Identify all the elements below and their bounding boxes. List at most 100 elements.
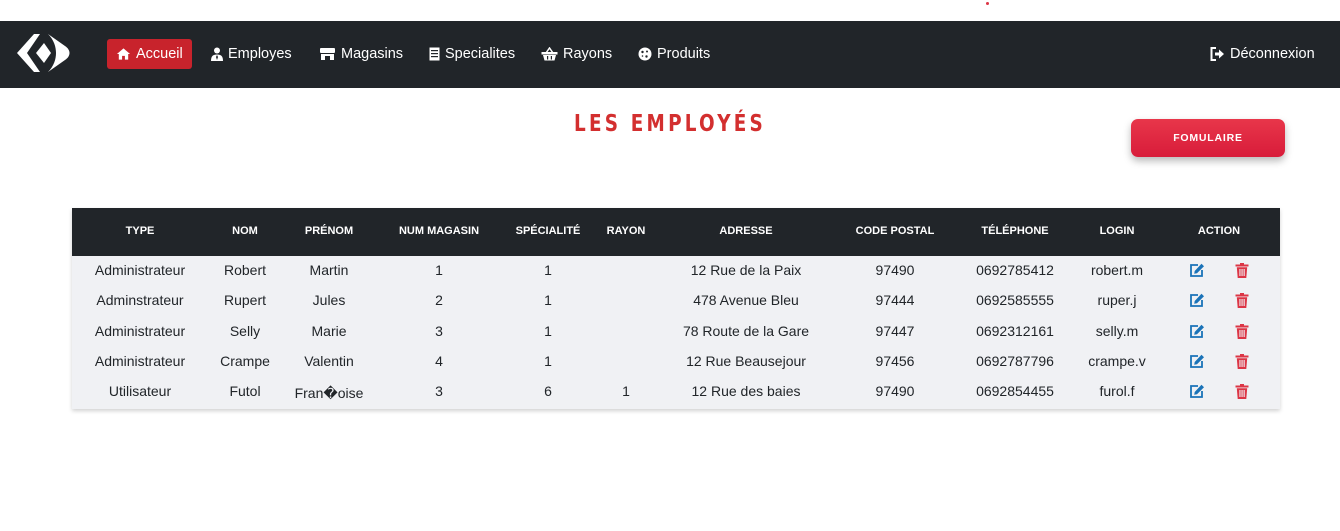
top-navbar: Accueil Employes Magasins Specialites Ra… xyxy=(0,21,1340,88)
cell-type: Administrateur xyxy=(94,353,186,369)
cell-login: furol.f xyxy=(1099,383,1135,399)
user-tie-icon xyxy=(211,47,223,61)
edit-icon[interactable] xyxy=(1189,324,1205,344)
cell-adresse: 12 Rue Beausejour xyxy=(686,353,806,369)
cell-nom: Crampe xyxy=(220,353,270,369)
cell-specialite: 1 xyxy=(544,292,552,308)
cell-telephone: 0692585555 xyxy=(976,292,1054,308)
column-header: ADRESSE xyxy=(719,225,773,237)
cell-type: Administrateur xyxy=(94,262,186,278)
column-header: RAYON xyxy=(606,225,646,237)
trash-icon[interactable] xyxy=(1235,293,1249,313)
cell-adresse: 12 Rue des baies xyxy=(691,383,801,399)
column-header: SPÉCIALITÉ xyxy=(515,225,581,237)
cell-login: selly.m xyxy=(1095,323,1139,339)
trash-icon[interactable] xyxy=(1235,324,1249,344)
cell-type: Utilisateur xyxy=(108,383,172,399)
cell-nom: Robert xyxy=(223,262,267,278)
cell-prenom: Jules xyxy=(312,292,346,308)
table-row: Administrateur Selly Marie 3 1 78 Route … xyxy=(72,317,1280,347)
table-row: Utilisateur Futol Fran�oise 3 6 1 12 Rue… xyxy=(72,377,1280,407)
cell-prenom: Martin xyxy=(309,262,349,278)
logout-label: Déconnexion xyxy=(1230,46,1315,62)
column-header: PRÉNOM xyxy=(304,225,354,237)
cell-code-postal: 97490 xyxy=(875,383,915,399)
column-header: NUM MAGASIN xyxy=(398,225,480,237)
store-icon xyxy=(320,48,335,60)
nav-label: Employes xyxy=(228,46,292,62)
cell-login: crampe.v xyxy=(1088,353,1146,369)
table-header: TYPE NOM PRÉNOM NUM MAGASIN SPÉCIALITÉ R… xyxy=(72,208,1280,256)
cookie-icon xyxy=(638,47,652,61)
trash-icon[interactable] xyxy=(1235,354,1249,374)
table-row: Administrateur Crampe Valentin 4 1 12 Ru… xyxy=(72,347,1280,377)
nav-magasins[interactable]: Magasins xyxy=(310,39,412,69)
cell-nom: Futol xyxy=(229,383,261,399)
sign-out-icon xyxy=(1210,47,1224,61)
cell-telephone: 0692787796 xyxy=(976,353,1054,369)
form-button[interactable]: FOMULAIRE xyxy=(1131,119,1285,157)
document-icon xyxy=(429,47,440,61)
cell-num-magasin: 1 xyxy=(435,262,443,278)
home-icon xyxy=(116,48,131,60)
table-row: Administrateur Robert Martin 1 1 12 Rue … xyxy=(72,256,1280,286)
employees-table: TYPE NOM PRÉNOM NUM MAGASIN SPÉCIALITÉ R… xyxy=(72,208,1280,409)
cell-telephone: 0692854455 xyxy=(976,383,1054,399)
cell-code-postal: 97490 xyxy=(875,262,915,278)
cell-adresse: 78 Route de la Gare xyxy=(682,323,810,339)
nav-label: Specialites xyxy=(445,46,516,62)
column-header: ACTION xyxy=(1197,225,1241,237)
cell-specialite: 1 xyxy=(544,353,552,369)
nav-accueil[interactable]: Accueil xyxy=(107,39,192,69)
cell-telephone: 0692312161 xyxy=(976,323,1054,339)
cell-prenom: Valentin xyxy=(304,353,354,369)
cell-code-postal: 97447 xyxy=(875,323,915,339)
cell-login: robert.m xyxy=(1090,262,1144,278)
carrefour-logo[interactable] xyxy=(14,32,74,74)
cell-telephone: 0692785412 xyxy=(976,262,1054,278)
cell-specialite: 1 xyxy=(544,323,552,339)
cell-specialite: 6 xyxy=(544,383,552,399)
cell-num-magasin: 2 xyxy=(435,292,443,308)
edit-icon[interactable] xyxy=(1189,293,1205,313)
basket-icon xyxy=(541,47,558,61)
edit-icon[interactable] xyxy=(1189,263,1205,283)
cell-adresse: 478 Avenue Bleu xyxy=(693,292,799,308)
nav-label: Produits xyxy=(657,46,711,62)
nav-employes[interactable]: Employes xyxy=(202,39,301,69)
cell-num-magasin: 3 xyxy=(435,383,443,399)
cell-login: ruper.j xyxy=(1097,292,1137,308)
edit-icon[interactable] xyxy=(1189,354,1205,374)
edit-icon[interactable] xyxy=(1189,384,1205,404)
cell-prenom: Fran�oise xyxy=(294,385,364,401)
cell-num-magasin: 3 xyxy=(435,323,443,339)
cell-rayon: 1 xyxy=(622,383,630,399)
nav-label: Magasins xyxy=(341,46,404,62)
trash-icon[interactable] xyxy=(1235,384,1249,404)
cell-type: Adminstrateur xyxy=(96,292,184,308)
column-header: LOGIN xyxy=(1099,225,1135,237)
table-row: Adminstrateur Rupert Jules 2 1 478 Avenu… xyxy=(72,286,1280,316)
nav-rayons[interactable]: Rayons xyxy=(532,39,621,69)
cell-nom: Selly xyxy=(229,323,261,339)
column-header: NOM xyxy=(232,225,258,237)
nav-specialites[interactable]: Specialites xyxy=(420,39,524,69)
nav-label: Rayons xyxy=(563,46,613,62)
column-header: TÉLÉPHONE xyxy=(981,225,1049,237)
cell-specialite: 1 xyxy=(544,262,552,278)
cell-num-magasin: 4 xyxy=(435,353,443,369)
cell-code-postal: 97444 xyxy=(875,292,915,308)
cell-prenom: Marie xyxy=(311,323,347,339)
logout-link[interactable]: Déconnexion xyxy=(1201,39,1324,69)
cell-adresse: 12 Rue de la Paix xyxy=(690,262,802,278)
page-title: LES EMPLOYÉS xyxy=(574,111,766,137)
column-header: CODE POSTAL xyxy=(855,225,935,237)
decorative-dot xyxy=(986,2,989,5)
cell-nom: Rupert xyxy=(223,292,267,308)
cell-code-postal: 97456 xyxy=(875,353,915,369)
cell-type: Administrateur xyxy=(94,323,186,339)
trash-icon[interactable] xyxy=(1235,263,1249,283)
nav-label: Accueil xyxy=(136,46,183,62)
nav-produits[interactable]: Produits xyxy=(629,39,719,69)
column-header: TYPE xyxy=(125,225,155,237)
